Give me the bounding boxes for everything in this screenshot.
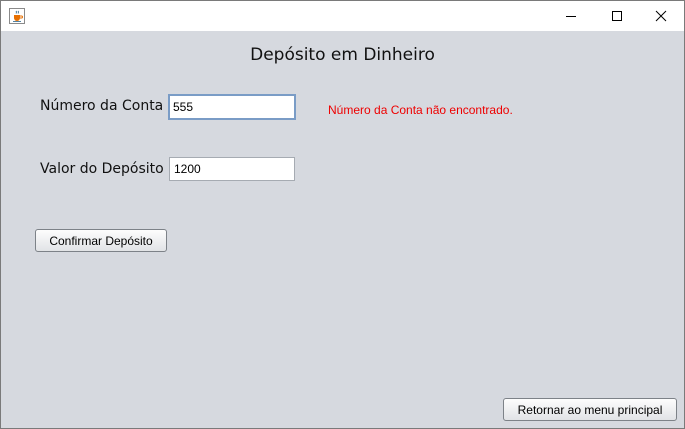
title-bar[interactable] [1,1,684,31]
deposit-amount-label: Valor do Depósito [40,161,164,177]
maximize-icon [611,7,623,26]
page-title: Depósito em Dinheiro [250,45,435,65]
return-main-menu-button[interactable]: Retornar ao menu principal [503,398,677,421]
minimize-button[interactable] [548,1,594,31]
close-button[interactable] [638,1,684,31]
account-number-input[interactable] [168,94,296,120]
app-window: Depósito em Dinheiro Número da Conta Núm… [0,0,685,429]
maximize-button[interactable] [594,1,640,31]
close-icon [655,7,667,26]
confirm-deposit-button[interactable]: Confirmar Depósito [35,229,167,252]
minimize-icon [565,7,577,26]
java-cup-icon [9,8,25,24]
error-message: Número da Conta não encontrado. [328,103,513,117]
account-number-label: Número da Conta [40,98,164,114]
deposit-amount-input[interactable] [169,157,295,181]
deposit-form: Depósito em Dinheiro Número da Conta Núm… [1,31,684,428]
